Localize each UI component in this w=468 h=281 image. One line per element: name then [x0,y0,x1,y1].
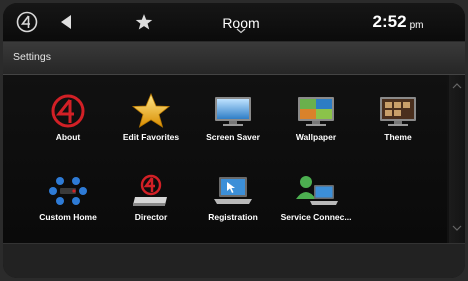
theme-icon [380,97,416,126]
custom-home-icon [49,177,87,205]
clock-ampm: pm [409,19,424,31]
tile-label: Wallpaper [295,132,337,142]
wallpaper-icon [298,97,334,126]
scroll-down-icon[interactable] [452,225,462,231]
control4-logo-icon [16,11,38,33]
favorites-button[interactable] [127,3,161,41]
tile-theme[interactable]: Theme [355,83,441,161]
laptop-icon [214,177,252,204]
tile-label: Screen Saver [206,132,260,142]
monitor-icon [215,97,251,126]
tile-custom-home[interactable]: Custom Home [25,163,111,241]
home-logo-button[interactable] [11,3,43,41]
back-arrow-icon [61,15,71,29]
top-navigation-bar: Room 2:52 pm [3,3,465,42]
star-icon [131,93,171,128]
tile-label: Director [134,212,168,222]
clock: 2:52 pm [343,3,453,41]
chevron-down-icon [236,28,246,33]
tile-label: Registration [208,212,258,222]
section-header: Settings [3,42,465,75]
device-screen: Room 2:52 pm Settings About Edit Favorit… [3,3,465,278]
room-selector[interactable]: Room [203,3,279,41]
service-connect-icon [296,176,338,205]
tile-label: Theme [384,132,412,142]
control4-logo-icon [51,94,85,128]
tile-service-connect[interactable]: Service Connec... [273,163,359,241]
page-title: Settings [13,51,51,63]
bottom-bar [3,243,465,278]
tile-director[interactable]: Director [108,163,194,241]
tile-label: Edit Favorites [122,132,180,142]
tile-wallpaper[interactable]: Wallpaper [273,83,359,161]
settings-grid: About Edit Favorites Screen Saver Wallpa… [3,75,447,243]
tile-about[interactable]: About [25,83,111,161]
clock-time: 2:52 [372,12,407,31]
scroll-up-icon[interactable] [452,83,462,89]
tile-label: Service Connec... [280,212,352,222]
tile-edit-favorites[interactable]: Edit Favorites [108,83,194,161]
tile-registration[interactable]: Registration [190,163,276,241]
back-button[interactable] [51,3,81,41]
tile-label: About [55,132,81,142]
tile-screen-saver[interactable]: Screen Saver [190,83,276,161]
director-icon [133,174,167,206]
tile-label: Custom Home [39,212,97,222]
scrollbar[interactable] [449,75,465,243]
star-outline-icon [135,14,153,30]
